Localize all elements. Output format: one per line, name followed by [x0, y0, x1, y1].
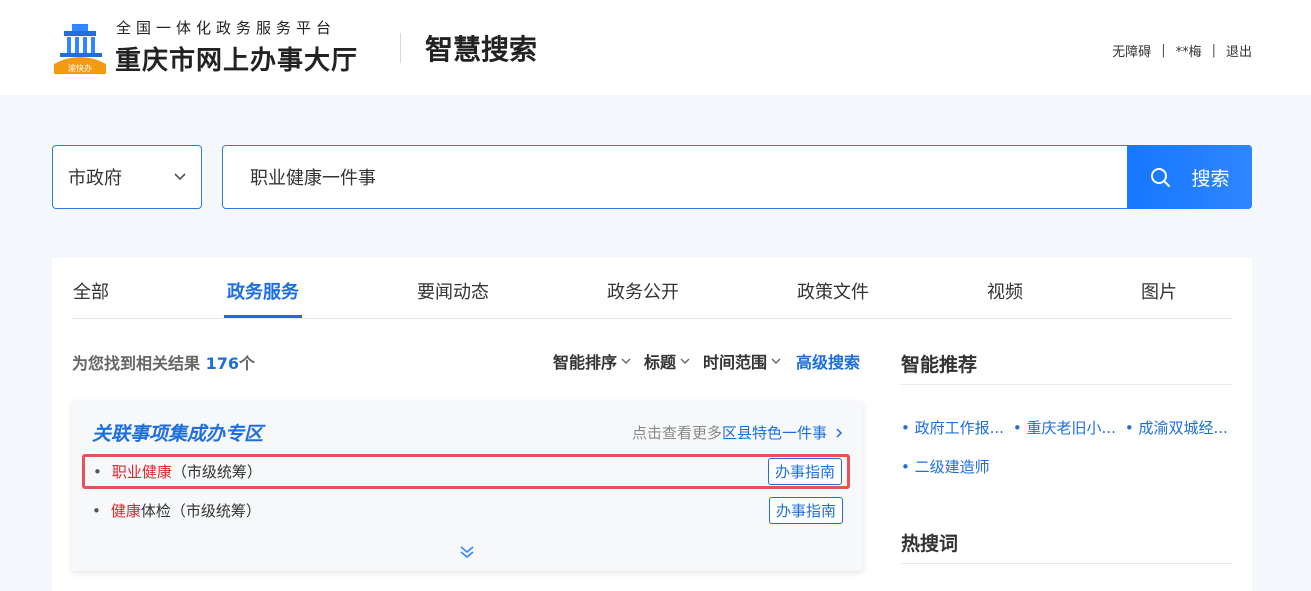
item-title-rest: （市级统筹） — [171, 463, 262, 481]
double-chevron-down-icon[interactable] — [459, 545, 475, 559]
tab-images[interactable]: 图片 — [1141, 278, 1177, 304]
tab-government-services[interactable]: 政务服务 — [227, 278, 299, 304]
search-icon — [1151, 168, 1171, 187]
title-filter-label: 标题 — [644, 353, 677, 372]
sort-label: 智能排序 — [553, 353, 618, 372]
scope-select[interactable]: 市政府 — [52, 145, 202, 209]
list-bullet: • — [93, 462, 102, 481]
result-count-number: 176 — [205, 354, 239, 373]
tab-policy-documents[interactable]: 政策文件 — [797, 278, 869, 304]
result-count-suffix: 个 — [239, 354, 256, 373]
hot-search-heading: 热搜词 — [901, 529, 1232, 564]
tab-video[interactable]: 视频 — [987, 278, 1023, 304]
search-button[interactable]: 搜索 — [1127, 145, 1252, 209]
item-keyword-highlight: 健康 — [110, 502, 141, 520]
service-guide-button[interactable]: 办事指南 — [767, 458, 842, 485]
zone-more-link-text: 区县特色一件事 — [721, 424, 827, 442]
category-tabs: 全部 政务服务 要闻动态 政务公开 政策文件 视频 图片 — [71, 258, 1233, 319]
tab-news[interactable]: 要闻动态 — [417, 278, 489, 304]
search-box: 搜索 — [222, 145, 1252, 209]
chevron-down-icon — [680, 358, 690, 364]
nav-separator: | — [1211, 43, 1216, 58]
result-filters: 智能排序 标题 时间范围 高级搜索 — [553, 349, 860, 373]
result-count-prefix: 为您找到相关结果 — [72, 354, 201, 373]
zone-list-item[interactable]: • 健康 体检（市级统筹） 办事指南 — [84, 494, 849, 527]
chevron-down-icon — [174, 173, 186, 181]
chevron-down-icon — [771, 358, 781, 364]
header-divider — [400, 33, 401, 63]
logo-emblem-icon: 渝快办 — [52, 24, 108, 74]
service-guide-button[interactable]: 办事指南 — [768, 497, 843, 524]
side-panel: 智能推荐 • 政府工作报... • 重庆老旧小... • 成渝双城经... • … — [901, 350, 1232, 564]
platform-subtitle: 全国一体化政务服务平台 — [116, 19, 337, 37]
accessibility-link[interactable]: 无障碍 — [1112, 41, 1151, 60]
recommend-item[interactable]: • 成渝双城经... — [1125, 417, 1228, 456]
page-title: 智慧搜索 — [425, 33, 538, 66]
chevron-right-icon — [836, 427, 843, 438]
nav-separator: | — [1161, 43, 1166, 58]
recommend-item[interactable]: • 政府工作报... — [901, 417, 1004, 456]
recommend-heading: 智能推荐 — [901, 350, 1232, 385]
logout-link[interactable]: 退出 — [1226, 41, 1252, 60]
svg-text:渝快办: 渝快办 — [68, 63, 92, 73]
results-card: 全部 政务服务 要闻动态 政务公开 政策文件 视频 图片 为您找到相关结果 17… — [52, 258, 1252, 591]
user-nav: 无障碍 | **梅 | 退出 — [1112, 41, 1252, 60]
header: 渝快办 全国一体化政务服务平台 重庆市网上办事大厅 智慧搜索 无障碍 | **梅… — [0, 0, 1311, 95]
item-keyword-highlight: 职业健康 — [111, 463, 172, 481]
search-input[interactable] — [250, 146, 1110, 208]
tab-all[interactable]: 全部 — [73, 278, 109, 304]
zone-more-prefix: 点击查看更多 — [631, 424, 722, 442]
recommend-item[interactable]: • 重庆老旧小... — [1013, 417, 1116, 456]
chevron-down-icon — [621, 358, 631, 364]
recommend-list: • 政府工作报... • 重庆老旧小... • 成渝双城经... • 二级建造师 — [901, 417, 1241, 495]
username-link[interactable]: **梅 — [1176, 41, 1202, 60]
sort-dropdown[interactable]: 智能排序 — [553, 349, 632, 373]
tab-gov-disclosure[interactable]: 政务公开 — [607, 278, 679, 304]
advanced-search-link[interactable]: 高级搜索 — [796, 349, 860, 373]
time-range-dropdown[interactable]: 时间范围 — [703, 349, 782, 373]
scope-select-value: 市政府 — [68, 168, 122, 189]
result-count: 为您找到相关结果 176个 — [72, 350, 255, 374]
time-range-label: 时间范围 — [703, 353, 768, 372]
hall-name: 重庆市网上办事大厅 — [115, 46, 359, 76]
zone-more-link[interactable]: 点击查看更多 区县特色一件事 — [632, 422, 845, 443]
item-title-rest: 体检（市级统筹） — [140, 502, 261, 520]
search-button-label: 搜索 — [1191, 167, 1230, 190]
related-items-zone: 关联事项集成办专区 点击查看更多 区县特色一件事 • 职业健康 （市级统筹） 办事指… — [72, 401, 863, 571]
active-tab-indicator — [224, 315, 302, 318]
zone-title: 关联事项集成办专区 — [92, 423, 264, 445]
zone-list-item[interactable]: • 职业健康 （市级统筹） 办事指南 — [82, 454, 850, 489]
list-bullet: • — [92, 501, 101, 520]
title-dropdown[interactable]: 标题 — [644, 349, 691, 373]
recommend-item[interactable]: • 二级建造师 — [901, 456, 990, 495]
